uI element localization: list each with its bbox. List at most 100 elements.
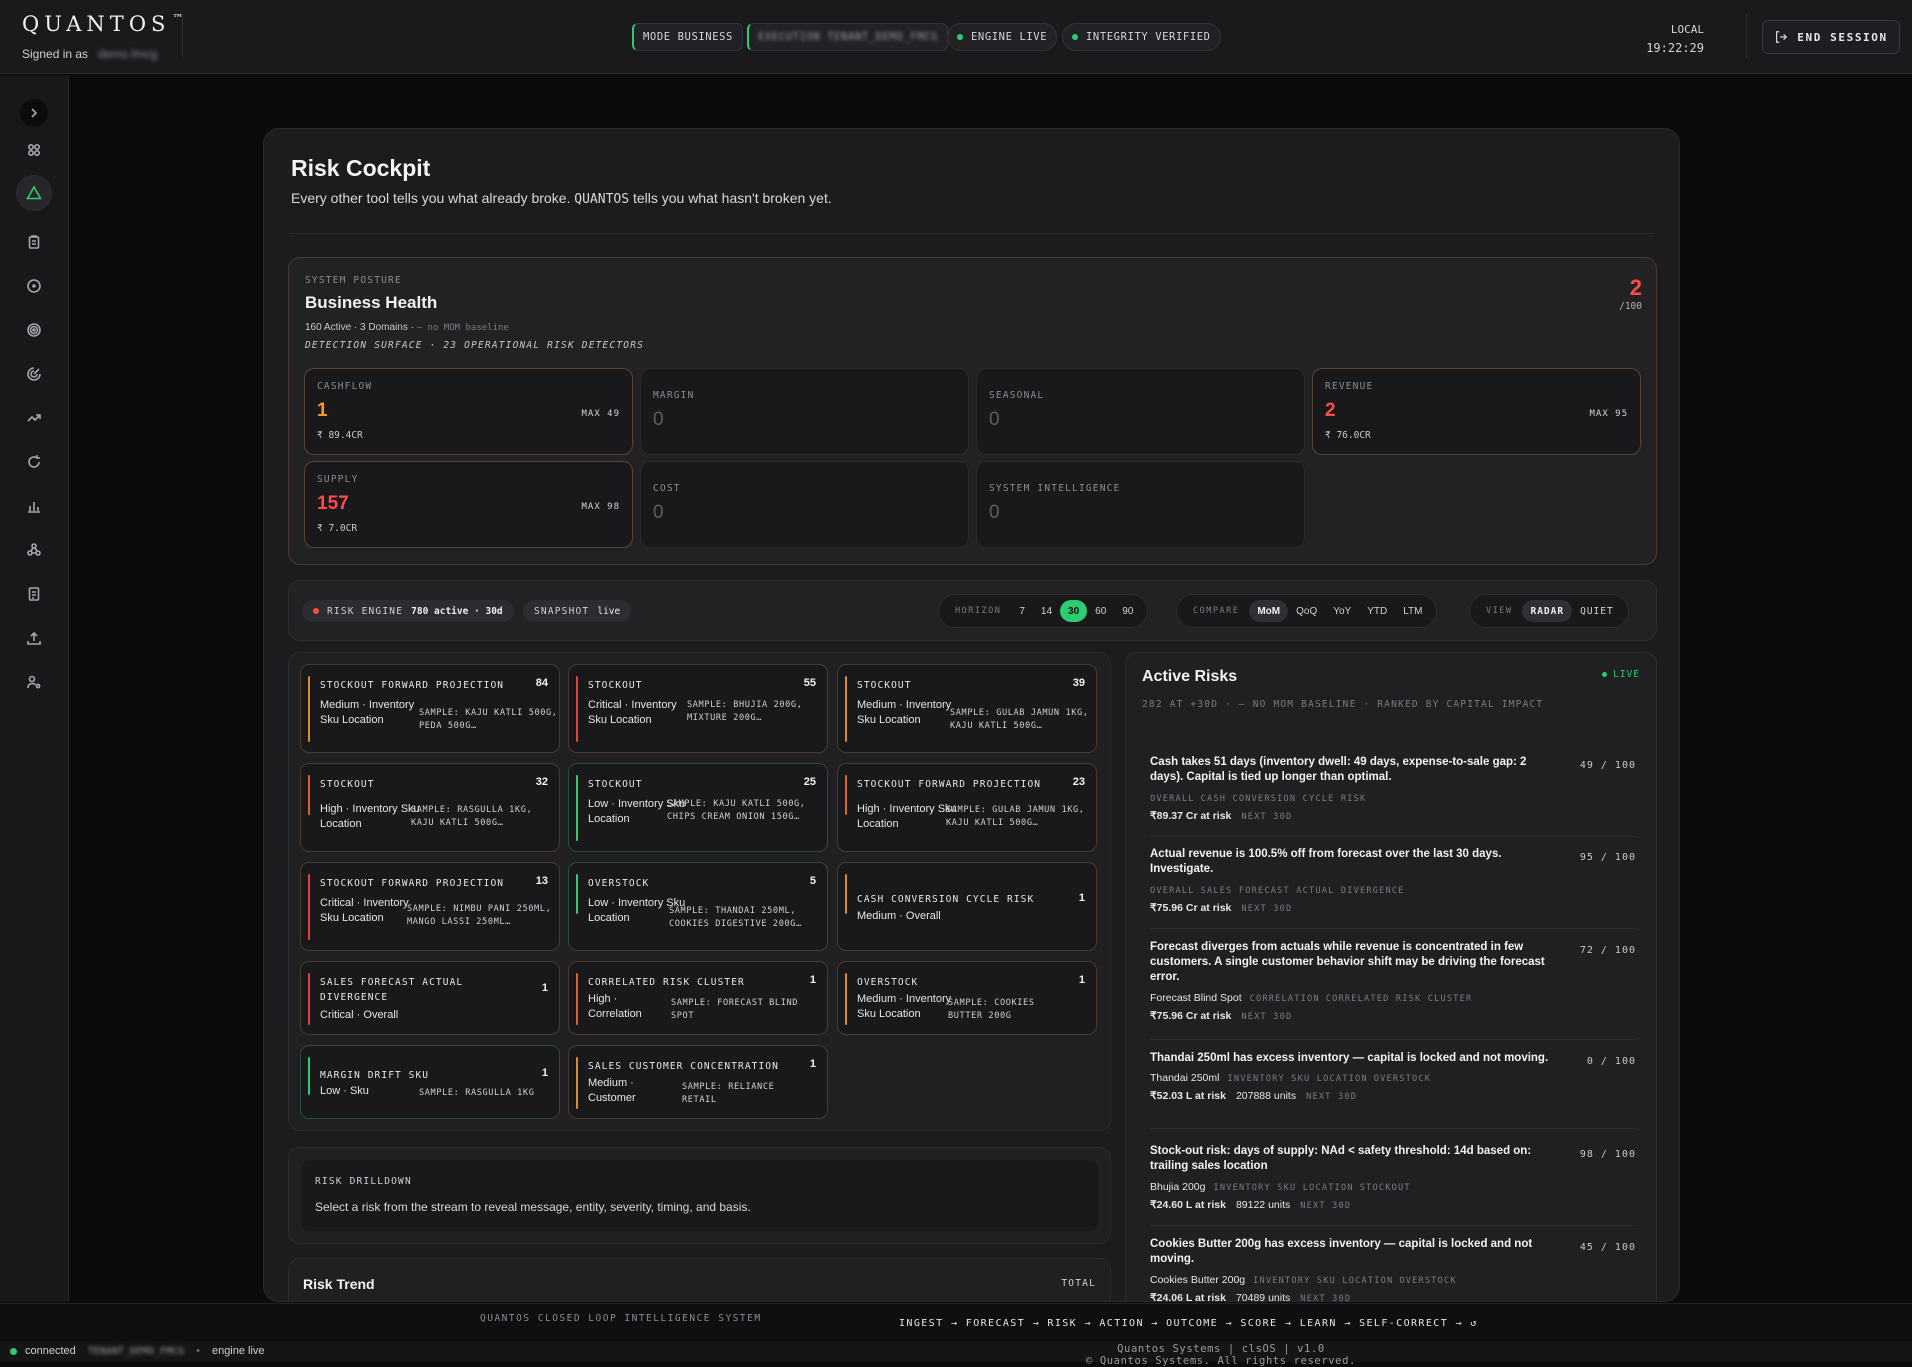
grid-icon [27, 143, 41, 157]
risk-drilldown: RISK DRILLDOWN Select a risk from the st… [288, 1147, 1111, 1244]
severity-accent [308, 676, 310, 742]
signed-in-user: demo.fmcg [98, 47, 158, 61]
sidebar-toggle[interactable] [20, 99, 48, 127]
horizon-selector: HORIZON 7 14 30 60 90 [938, 594, 1149, 628]
severity-accent [845, 973, 847, 1025]
risk-card[interactable]: STOCKOUT FORWARD PROJECTION 23 High · Inv… [837, 763, 1097, 852]
risk-card[interactable]: SALES FORECAST ACTUAL DIVERGENCE 1 Critic… [300, 961, 560, 1035]
bar-chart-icon [28, 502, 40, 513]
sidebar-item-radar[interactable] [20, 360, 48, 388]
engine-status-dot [957, 34, 963, 40]
active-risks-panel: Active Risks LIVE 282 AT +30D · — NO MOM… [1125, 652, 1657, 1301]
compare-option-ltm[interactable]: LTM [1395, 600, 1430, 622]
risk-card[interactable]: STOCKOUT FORWARD PROJECTION 13 Critical ·… [300, 862, 560, 951]
horizon-option-90[interactable]: 90 [1114, 600, 1141, 622]
mode-pill[interactable]: MODE BUSINESS [632, 23, 743, 51]
domain-card-system-intelligence[interactable]: SYSTEM INTELLIGENCE 0 [976, 461, 1305, 548]
loop-flow: INGEST → FORECAST → RISK → ACTION → OUTC… [899, 1318, 1478, 1329]
risk-engine-status: RISK ENGINE 780 active · 30d [302, 600, 514, 622]
risk-card[interactable]: MARGIN DRIFT SKU 1 Low · Sku SAMPLE: RASG… [300, 1045, 560, 1119]
severity-accent [308, 973, 310, 1025]
sidebar-item-timeline[interactable] [20, 272, 48, 300]
risk-trend: Risk Trend TOTAL [288, 1258, 1111, 1301]
sidebar-item-tasks[interactable] [20, 228, 48, 256]
horizon-option-60[interactable]: 60 [1087, 600, 1114, 622]
active-risk-item[interactable]: Forecast diverges from actuals while rev… [1150, 940, 1636, 1040]
risk-card[interactable]: STOCKOUT 32 High · Inventory Sku Location… [300, 763, 560, 852]
domain-card-supply[interactable]: SUPPLY 157 MAX 98 ₹ 7.0CR [304, 461, 633, 548]
compare-option-qoq[interactable]: QoQ [1288, 600, 1325, 622]
target-icon [27, 323, 41, 337]
system-posture-label: SYSTEM POSTURE [305, 275, 402, 286]
local-clock: LOCAL 19:22:29 [1646, 23, 1704, 55]
sidebar-item-overview[interactable] [20, 136, 48, 164]
compare-option-yoy[interactable]: YoY [1325, 600, 1359, 622]
logout-icon [1776, 31, 1788, 43]
domain-card-margin[interactable]: MARGIN 0 [640, 368, 969, 455]
sidebar-item-trends[interactable] [20, 404, 48, 432]
risk-trend-total[interactable]: TOTAL [1061, 1278, 1096, 1289]
risk-card[interactable]: SALES CUSTOMER CONCENTRATION 1 Medium · C… [568, 1045, 828, 1119]
sidebar-item-risk-cockpit[interactable] [16, 175, 52, 211]
sidebar-item-users[interactable] [20, 668, 48, 696]
horizon-option-7[interactable]: 7 [1011, 600, 1033, 622]
view-option-radar[interactable]: RADAR [1522, 600, 1573, 622]
active-risk-item[interactable]: Thandai 250ml has excess inventory — cap… [1150, 1051, 1636, 1129]
risk-card[interactable]: STOCKOUT 39 Medium · Inventory Sku Locati… [837, 664, 1097, 753]
risk-engine-controls: RISK ENGINE 780 active · 30d SNAPSHOT live… [288, 580, 1657, 641]
sidebar-item-targets[interactable] [20, 316, 48, 344]
compare-option-ytd[interactable]: YTD [1359, 600, 1395, 622]
severity-accent [576, 973, 578, 1025]
connection-dot [10, 1347, 17, 1355]
risk-card[interactable]: OVERSTOCK 5 Low · Inventory Sku Location … [568, 862, 828, 951]
compare-option-mom[interactable]: MoM [1249, 600, 1289, 622]
connection-status: connected TENANT_DEMO_FMCG • engine live [10, 1345, 265, 1357]
execution-pill[interactable]: EXECUTION TENANT_DEMO_FMCG [747, 23, 948, 51]
active-risk-item[interactable]: Cash takes 51 days (inventory dwell: 49 … [1150, 755, 1636, 837]
domain-card-seasonal[interactable]: SEASONAL 0 [976, 368, 1305, 455]
risk-cockpit-panel: Risk Cockpit Every other tool tells you … [263, 128, 1680, 1302]
severity-accent [308, 1057, 310, 1095]
system-label: QUANTOS CLOSED LOOP INTELLIGENCE SYSTEM [480, 1313, 762, 1324]
domain-card-revenue[interactable]: REVENUE 2 MAX 95 ₹ 76.0CR [1312, 368, 1641, 455]
integrity-status-dot [1072, 34, 1078, 40]
trend-up-icon [27, 414, 41, 422]
severity-accent [308, 874, 310, 940]
end-session-button[interactable]: END SESSION [1762, 20, 1900, 54]
horizon-option-30[interactable]: 30 [1060, 600, 1088, 622]
risk-engine-dot [313, 608, 319, 614]
sidebar-item-loop[interactable] [20, 448, 48, 476]
clipboard-icon [28, 235, 40, 249]
radar-icon [27, 367, 41, 381]
sidebar-item-upload[interactable] [20, 624, 48, 652]
severity-accent [845, 874, 847, 914]
page-title: Risk Cockpit [291, 155, 431, 181]
active-risks-description: 282 AT +30D · — NO MOM BASELINE · RANKED… [1142, 699, 1544, 710]
status-bar: connected TENANT_DEMO_FMCG • engine live… [0, 1341, 1912, 1367]
refresh-icon [28, 455, 40, 468]
risk-card[interactable]: STOCKOUT 25 Low · Inventory Sku Location … [568, 763, 828, 852]
risk-card[interactable]: STOCKOUT FORWARD PROJECTION 84 Medium · I… [300, 664, 560, 753]
severity-accent [576, 676, 578, 742]
sidebar-item-reports[interactable] [20, 580, 48, 608]
drilldown-body: RISK DRILLDOWN Select a risk from the st… [301, 1160, 1098, 1231]
sidebar-item-analytics[interactable] [20, 492, 48, 520]
active-risk-item[interactable]: Stock-out risk: days of supply: NAd < sa… [1150, 1144, 1636, 1226]
active-risks-title: Active Risks [1142, 668, 1238, 685]
live-indicator: LIVE [1602, 669, 1640, 680]
horizon-option-14[interactable]: 14 [1033, 600, 1060, 622]
signed-in-info: Signed in as demo.fmcg [22, 47, 158, 61]
risk-card[interactable]: CORRELATED RISK CLUSTER 1 High · Correlat… [568, 961, 828, 1035]
sidebar-item-network[interactable] [20, 536, 48, 564]
business-health-card: SYSTEM POSTURE Business Health 160 Activ… [288, 257, 1657, 565]
health-meta: 160 Active · 3 Domains · — no MOM baseli… [305, 322, 509, 333]
domain-card-cashflow[interactable]: CASHFLOW 1 MAX 49 ₹ 89.4CR [304, 368, 633, 455]
risk-card[interactable]: CASH CONVERSION CYCLE RISK 1 Medium · Ove… [837, 862, 1097, 951]
risk-card[interactable]: OVERSTOCK 1 Medium · Inventory Sku Locati… [837, 961, 1097, 1035]
risk-card[interactable]: STOCKOUT 55 Critical · Inventory Sku Loca… [568, 664, 828, 753]
active-risk-item[interactable]: Cookies Butter 200g has excess inventory… [1150, 1237, 1636, 1301]
active-risk-item[interactable]: Actual revenue is 100.5% off from foreca… [1150, 847, 1636, 929]
domain-card-cost[interactable]: COST 0 [640, 461, 969, 548]
risk-trend-title: Risk Trend [303, 1276, 375, 1292]
view-option-quiet[interactable]: QUIET [1572, 600, 1622, 622]
